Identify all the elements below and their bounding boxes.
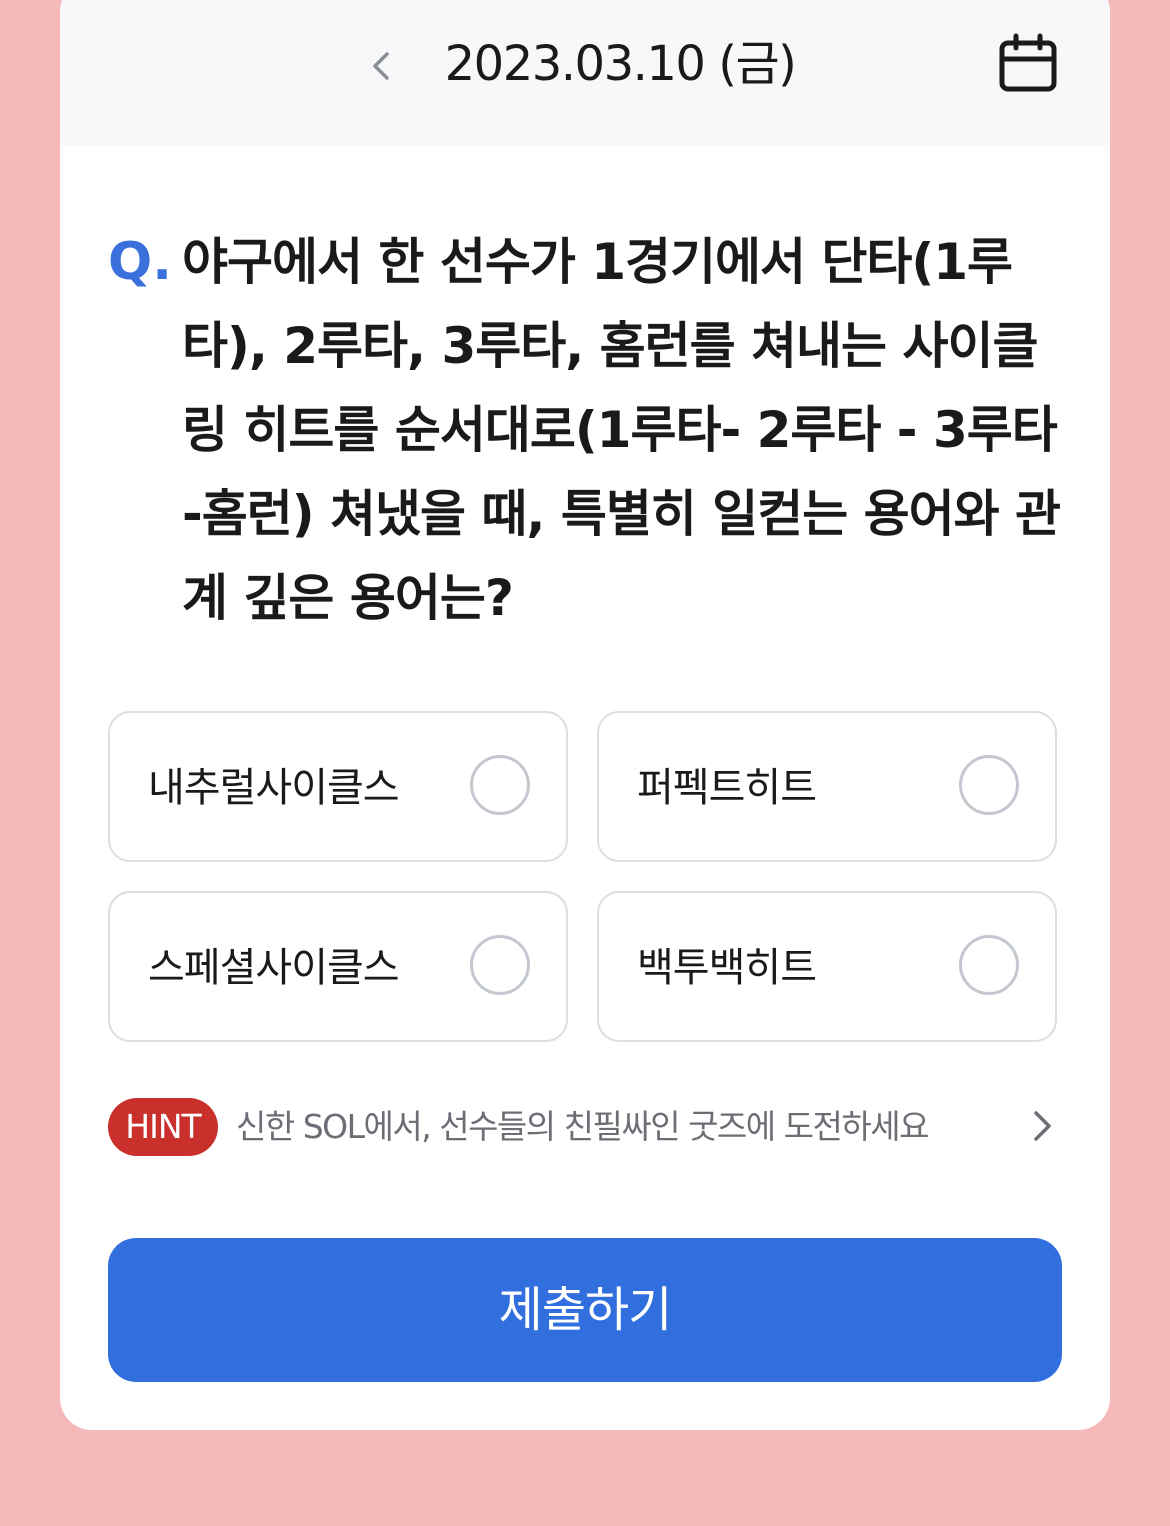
- radio-circle-icon[interactable]: [470, 755, 530, 815]
- answer-option-1[interactable]: 내추럴사이클스: [108, 711, 568, 862]
- chevron-right-icon: [1034, 1111, 1051, 1141]
- answer-option-label: 스페셜사이클스: [148, 945, 400, 991]
- hint-text: 신한 SOL에서, 선수들의 친필싸인 굿즈에 도전하세요: [236, 1107, 929, 1146]
- chevron-left-icon: [373, 52, 389, 80]
- date-header: 2023.03.10 (금): [60, 0, 1110, 145]
- radio-circle-icon[interactable]: [470, 935, 530, 995]
- answer-option-label: 내추럴사이클스: [148, 765, 400, 811]
- answer-option-2[interactable]: 퍼펙트히트: [597, 711, 1057, 862]
- calendar-button[interactable]: [992, 28, 1064, 100]
- radio-circle-icon[interactable]: [959, 935, 1019, 995]
- hint-link[interactable]: HINT 신한 SOL에서, 선수들의 친필싸인 굿즈에 도전하세요: [108, 1094, 1068, 1160]
- submit-button[interactable]: 제출하기: [108, 1238, 1062, 1382]
- quiz-card: 2023.03.10 (금) Q. 야구에서 한 선수가 1경기에서 단타(1루…: [60, 0, 1110, 1430]
- answer-option-4[interactable]: 백투백히트: [597, 891, 1057, 1042]
- answer-option-label: 백투백히트: [637, 945, 817, 991]
- answer-option-3[interactable]: 스페셜사이클스: [108, 891, 568, 1042]
- current-date: 2023.03.10 (금): [444, 36, 797, 92]
- question-text: 야구에서 한 선수가 1경기에서 단타(1루타), 2루타, 3루타, 홈런를 …: [182, 233, 1061, 627]
- previous-date-button[interactable]: [354, 38, 410, 94]
- question-marker: Q.: [108, 232, 172, 292]
- calendar-icon: [999, 33, 1057, 92]
- hint-badge: HINT: [108, 1098, 218, 1156]
- radio-circle-icon[interactable]: [959, 755, 1019, 815]
- answer-option-label: 퍼펙트히트: [637, 765, 817, 811]
